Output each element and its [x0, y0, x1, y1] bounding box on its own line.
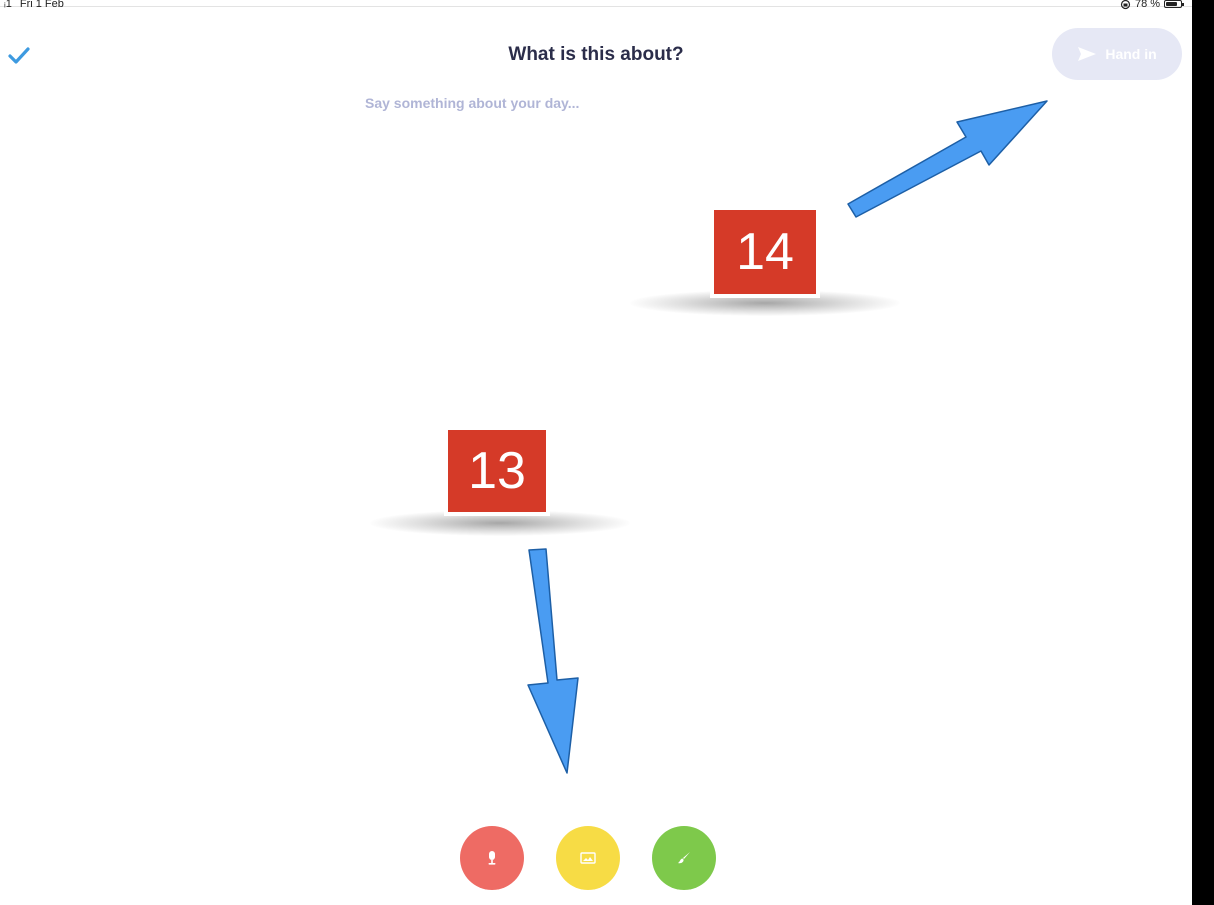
send-icon [1078, 47, 1097, 61]
draw-button[interactable] [652, 826, 716, 890]
screen-edge [1192, 0, 1214, 905]
status-bar-divider [0, 6, 1192, 7]
annotation-badge-13: 13 [444, 426, 550, 516]
annotation-number-14: 14 [736, 223, 794, 281]
hand-in-label: Hand in [1105, 46, 1157, 62]
annotation-number-13: 13 [468, 442, 526, 500]
orientation-lock-icon [1120, 0, 1131, 9]
hand-in-button[interactable]: Hand in [1052, 28, 1182, 80]
battery-icon [1164, 0, 1185, 8]
microphone-icon [488, 851, 496, 865]
battery-level [1166, 2, 1178, 6]
annotation-badge-14: 14 [710, 206, 820, 298]
paintbrush-icon [678, 852, 690, 864]
status-bar-left: ᵢ1 Fri 1 Feb [4, 0, 72, 10]
day-description-input[interactable] [360, 90, 970, 116]
status-bar-right: 78 % [1120, 0, 1185, 10]
page-title: What is this about? [508, 44, 684, 65]
microphone-button[interactable] [460, 826, 524, 890]
annotation-arrows [527, 100, 1048, 774]
image-icon [580, 852, 596, 864]
status-date: Fri 1 Feb [19, 0, 64, 10]
signal-indicator: ᵢ1 [4, 0, 12, 10]
arrow-to-hand-in [847, 100, 1048, 218]
image-button[interactable] [556, 826, 620, 890]
battery-percent: 78 % [1135, 0, 1161, 10]
arrow-to-toolbar [527, 548, 579, 774]
